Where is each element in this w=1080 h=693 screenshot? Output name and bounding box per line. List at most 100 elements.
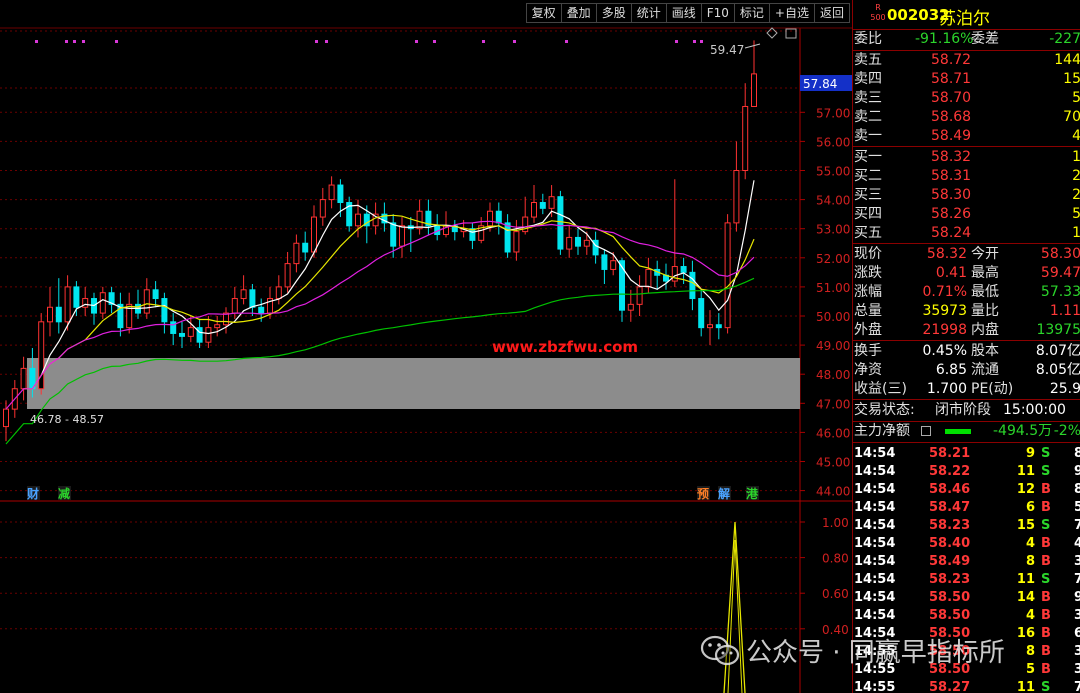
wechat-watermark-text: 公众号 · 同赢早指标所 bbox=[746, 638, 1005, 668]
price-tick-label: 53.00 bbox=[816, 223, 850, 237]
tick-time: 14:54 bbox=[854, 554, 896, 569]
candle-body bbox=[399, 225, 405, 247]
candle-body bbox=[64, 286, 71, 323]
candle-body bbox=[566, 236, 573, 250]
stats-row: 总量 35973 量比 1.11 bbox=[853, 302, 1080, 321]
ask-price: 58.70 bbox=[931, 90, 972, 106]
stock-header: R 500 002032 苏泊尔 bbox=[853, 0, 1080, 30]
ask-row: 卖一 58.49 4 bbox=[853, 127, 1080, 146]
kline-chart-area[interactable]: 57.00 56.00 55.00 54.00 53.00 52.00 51.00 50.00… bbox=[0, 0, 852, 693]
toolbar-button-5[interactable]: F10 bbox=[702, 4, 735, 22]
ask-volume: 70 bbox=[1063, 109, 1080, 125]
toolbar-button-6[interactable]: 标记 bbox=[735, 4, 770, 22]
toolbar-button-7[interactable]: +自选 bbox=[770, 4, 815, 22]
ask-price: 58.71 bbox=[931, 71, 972, 87]
tick-count: 6 bbox=[1074, 625, 1080, 643]
tick-volume: 11 bbox=[1016, 680, 1035, 693]
tick-time: 14:54 bbox=[854, 590, 896, 605]
stat-label-2: 内盘 bbox=[971, 322, 999, 338]
trade-status-label: 交易状态: bbox=[854, 402, 915, 418]
price-tick-label: 55.00 bbox=[816, 165, 850, 179]
tick-time: 14:54 bbox=[854, 500, 896, 515]
bid-row: 买五 58.24 1 bbox=[853, 224, 1080, 243]
price-tick-label: 56.00 bbox=[816, 135, 850, 149]
event-marker: 财 bbox=[26, 486, 39, 501]
main-flow-bar bbox=[945, 429, 971, 434]
tick-count: 3 bbox=[1074, 553, 1080, 571]
tick-side: S bbox=[1041, 680, 1051, 693]
tick-price: 58.21 bbox=[929, 446, 971, 461]
toolbar-button-3[interactable]: 统计 bbox=[632, 4, 667, 22]
tick-price: 58.49 bbox=[929, 554, 971, 569]
bid-volume: 2 bbox=[1072, 167, 1080, 186]
tick-time: 14:55 bbox=[854, 680, 896, 693]
toolbar-button-8[interactable]: 返回 bbox=[815, 4, 849, 22]
ask-volume: 144 bbox=[1054, 52, 1080, 68]
stat-value: 35973 bbox=[922, 303, 967, 319]
tick-side: B bbox=[1041, 662, 1051, 677]
tick-side: B bbox=[1041, 644, 1051, 659]
candle-body bbox=[143, 289, 150, 314]
candle-body bbox=[495, 210, 502, 224]
bid-price: 58.31 bbox=[931, 168, 972, 184]
window-icon[interactable] bbox=[785, 28, 797, 39]
kline-chart-svg[interactable]: 57.00 56.00 55.00 54.00 53.00 52.00 51.00 50.00… bbox=[0, 0, 852, 693]
trade-status-value: 闭市阶段 bbox=[935, 402, 991, 418]
toolbar-button-2[interactable]: 多股 bbox=[597, 4, 632, 22]
toolbar-button-1[interactable]: 叠加 bbox=[562, 4, 597, 22]
candle-body bbox=[328, 184, 335, 201]
ask-label: 卖二 bbox=[854, 109, 882, 125]
candle-body bbox=[513, 231, 520, 253]
tick-side: S bbox=[1041, 464, 1051, 479]
bid-volume: 1 bbox=[1072, 148, 1080, 167]
tick-time: 14:54 bbox=[854, 518, 896, 533]
ask-price: 58.49 bbox=[931, 128, 972, 144]
tick-time: 14:54 bbox=[854, 572, 896, 587]
stat-label: 总量 bbox=[854, 303, 882, 319]
tick-volume: 9 bbox=[1025, 446, 1035, 461]
tick-count: 8 bbox=[1074, 481, 1080, 499]
stat-label: 净资 bbox=[854, 362, 882, 378]
ask-price: 58.72 bbox=[931, 52, 972, 68]
stat-label: 收益(三) bbox=[854, 381, 907, 397]
candle-body bbox=[319, 199, 326, 218]
tick-side: S bbox=[1041, 572, 1051, 587]
diamond-icon[interactable] bbox=[766, 27, 778, 39]
indicator-tick-label: 0.60 bbox=[822, 587, 849, 601]
stat-label: 现价 bbox=[854, 246, 882, 262]
tick-volume: 14 bbox=[1016, 590, 1035, 605]
candle-body bbox=[231, 298, 238, 314]
indicator-tick-label: 0.80 bbox=[822, 552, 849, 566]
tick-volume: 5 bbox=[1025, 662, 1035, 677]
stats-row: 外盘 21998 内盘 13975 bbox=[853, 321, 1080, 340]
list-icon[interactable] bbox=[921, 426, 931, 436]
signal-dot bbox=[35, 40, 38, 43]
ask-volume: 5 bbox=[1072, 89, 1080, 108]
ratio-value: -91.16% bbox=[915, 31, 974, 47]
candle-body bbox=[531, 202, 537, 218]
toolbar-button-4[interactable]: 画线 bbox=[667, 4, 702, 22]
stat-value: 0.71% bbox=[922, 284, 967, 300]
bid-volume: 2 bbox=[1072, 186, 1080, 205]
candle-body bbox=[293, 242, 300, 265]
candle-body bbox=[680, 266, 687, 273]
price-tick-label: 48.00 bbox=[816, 368, 850, 382]
candle-body bbox=[627, 303, 634, 311]
tick-row: 14:54 58.46 12 B 8 bbox=[853, 481, 1080, 499]
tick-side: S bbox=[1041, 446, 1051, 461]
candle-body bbox=[187, 327, 194, 337]
price-band bbox=[27, 358, 800, 409]
stock-name: 苏泊尔 bbox=[939, 9, 990, 29]
stat-value-2: 8.05亿 bbox=[1035, 362, 1080, 378]
tick-volume: 16 bbox=[1016, 626, 1035, 641]
stat-value-2: 8.07亿 bbox=[1035, 343, 1080, 359]
rank-badge-top: R bbox=[875, 3, 881, 12]
candle-body bbox=[742, 105, 749, 171]
tick-volume: 12 bbox=[1016, 482, 1035, 497]
tick-row: 14:54 58.50 4B 3 bbox=[853, 607, 1080, 625]
signal-dot bbox=[513, 40, 516, 43]
tick-volume: 6 bbox=[1025, 500, 1035, 515]
stat-value: 21998 bbox=[922, 322, 967, 338]
price-tick-label: 45.00 bbox=[816, 456, 850, 470]
toolbar-button-0[interactable]: 复权 bbox=[527, 4, 562, 22]
